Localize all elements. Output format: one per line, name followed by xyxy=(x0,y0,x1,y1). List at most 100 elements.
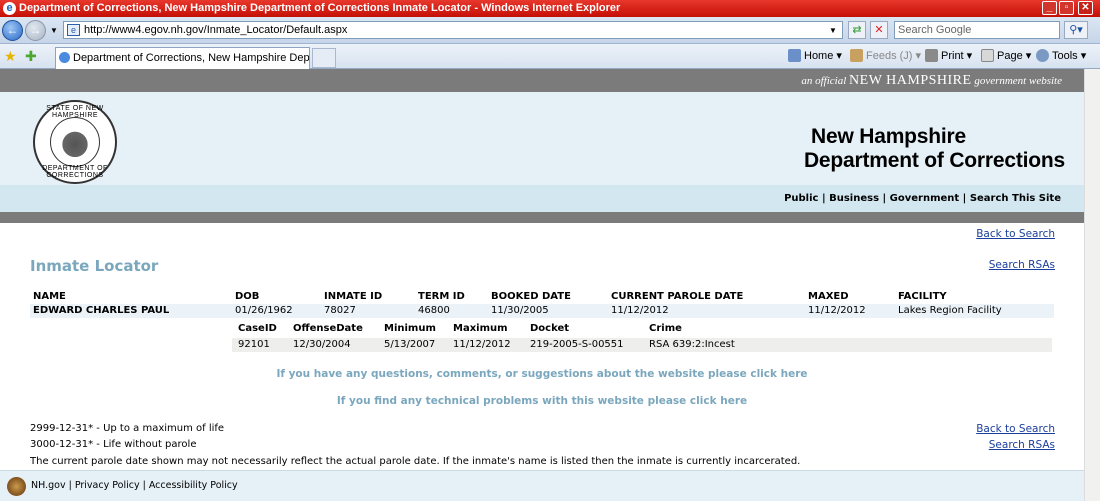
vertical-scrollbar[interactable] xyxy=(1084,69,1100,501)
nh-seal-icon xyxy=(7,477,26,496)
address-bar-row: ← → ▼ e http://www4.egov.nh.gov/Inmate_L… xyxy=(0,17,1100,44)
tab-title: Department of Corrections, New Hampshire… xyxy=(73,52,310,64)
stop-icon[interactable]: ✕ xyxy=(870,21,888,39)
search-rsas-link[interactable]: Search RSAs xyxy=(989,259,1055,271)
dept-title-line1: New Hampshire xyxy=(811,125,966,148)
case-col-maximum: Maximum xyxy=(453,323,508,334)
case-col-crime: Crime xyxy=(649,323,682,334)
site-nav-links: Public | Business | Government | Search … xyxy=(784,193,1061,204)
inmate-id: 78027 xyxy=(324,305,356,316)
case-id: 92101 xyxy=(238,339,270,350)
col-header-maxed: MAXED xyxy=(808,291,849,302)
home-icon xyxy=(788,49,801,62)
home-button[interactable]: Home ▾ xyxy=(788,48,842,64)
technical-problems-link[interactable]: If you find any technical problems with … xyxy=(0,395,1084,407)
tab-page-icon xyxy=(59,52,70,63)
case-docket: 219-2005-S-00551 xyxy=(530,339,624,350)
refresh-icon[interactable]: ⇄ xyxy=(848,21,866,39)
official-suffix: government website xyxy=(974,75,1062,87)
page-label: Page xyxy=(997,50,1023,62)
col-header-term-id: TERM ID xyxy=(418,291,465,302)
forward-arrow-icon[interactable]: → xyxy=(25,20,46,41)
inmate-name: EDWARD CHARLES PAUL xyxy=(33,305,170,316)
header-divider-band xyxy=(0,212,1084,223)
note-parole-disclaimer: The current parole date shown may not ne… xyxy=(30,456,801,467)
col-header-parole-date: CURRENT PAROLE DATE xyxy=(611,291,744,302)
back-to-search-link-bottom[interactable]: Back to Search xyxy=(976,423,1055,435)
seal-bottom-text: DEPARTMENT OF CORRECTIONS xyxy=(42,165,108,179)
case-offense-date: 12/30/2004 xyxy=(293,339,351,350)
case-minimum: 5/13/2007 xyxy=(384,339,436,350)
col-header-inmate-id: INMATE ID xyxy=(324,291,383,302)
maximize-icon[interactable]: ▫ xyxy=(1059,1,1074,15)
url-text: http://www4.egov.nh.gov/Inmate_Locator/D… xyxy=(84,24,348,36)
col-header-name: NAME xyxy=(33,291,66,302)
footer-accessibility-link[interactable]: Accessibility Policy xyxy=(149,480,238,491)
col-header-facility: FACILITY xyxy=(898,291,947,302)
inmate-booked-date: 11/30/2005 xyxy=(491,305,549,316)
page-icon: e xyxy=(67,24,80,36)
note-life-without-parole: 3000-12-31* - Life without parole xyxy=(30,439,197,450)
feeds-button[interactable]: Feeds (J) ▾ xyxy=(850,48,921,64)
page-menu-icon xyxy=(981,49,994,62)
favorites-star-icon[interactable]: ★ xyxy=(4,48,17,65)
case-row: 92101 12/30/2004 5/13/2007 11/12/2012 21… xyxy=(232,338,1052,352)
minimize-icon[interactable]: _ xyxy=(1042,1,1057,15)
official-prefix: an official xyxy=(801,75,847,87)
print-label: Print xyxy=(941,50,964,62)
nav-business[interactable]: Business xyxy=(829,193,879,204)
dept-title-line2: Department of Corrections xyxy=(803,149,1065,172)
nav-public[interactable]: Public xyxy=(784,193,818,204)
inmate-maxed: 11/12/2012 xyxy=(808,305,866,316)
footer-links: NH.gov | Privacy Policy | Accessibility … xyxy=(31,480,238,491)
case-table-header: CaseID OffenseDate Minimum Maximum Docke… xyxy=(232,323,1052,337)
col-header-booked-date: BOOKED DATE xyxy=(491,291,571,302)
footer-nhgov-link[interactable]: NH.gov xyxy=(31,480,66,491)
search-input[interactable]: Search Google xyxy=(894,21,1060,39)
site-header: STATE OF NEW HAMPSHIRE DEPARTMENT OF COR… xyxy=(0,92,1084,185)
case-col-offense-date: OffenseDate xyxy=(293,323,363,334)
ie-logo-icon: e xyxy=(3,2,16,15)
page-title: Inmate Locator xyxy=(30,257,159,275)
col-header-dob: DOB xyxy=(235,291,260,302)
footer-privacy-link[interactable]: Privacy Policy xyxy=(75,480,140,491)
case-col-minimum: Minimum xyxy=(384,323,436,334)
gear-icon xyxy=(1036,49,1049,62)
tab-command-bar: ★ ✚ Department of Corrections, New Hamps… xyxy=(0,44,1100,69)
tools-label: Tools xyxy=(1052,50,1078,62)
site-footer: NH.gov | Privacy Policy | Accessibility … xyxy=(0,470,1084,501)
inmate-term-id: 46800 xyxy=(418,305,450,316)
url-dropdown-icon[interactable]: ▼ xyxy=(829,26,837,35)
official-state: NEW HAMPSHIRE xyxy=(849,73,972,88)
back-to-search-link[interactable]: Back to Search xyxy=(976,228,1055,240)
case-col-caseid: CaseID xyxy=(238,323,277,334)
search-rsas-link-bottom[interactable]: Search RSAs xyxy=(989,439,1055,451)
add-favorites-icon[interactable]: ✚ xyxy=(25,48,37,65)
new-tab-button[interactable] xyxy=(312,48,336,68)
state-seal-logo: STATE OF NEW HAMPSHIRE DEPARTMENT OF COR… xyxy=(33,100,117,184)
feeds-label: Feeds (J) xyxy=(866,50,913,62)
tools-button[interactable]: Tools ▾ xyxy=(1036,48,1086,64)
print-button[interactable]: Print ▾ xyxy=(925,48,972,64)
window-title-bar: e Department of Corrections, New Hampshi… xyxy=(0,0,1100,17)
seal-emblem xyxy=(50,117,100,167)
url-input[interactable]: e http://www4.egov.nh.gov/Inmate_Locator… xyxy=(63,21,843,39)
nav-search-site[interactable]: Search This Site xyxy=(970,193,1061,204)
back-arrow-icon[interactable]: ← xyxy=(2,20,23,41)
nav-government[interactable]: Government xyxy=(890,193,960,204)
site-nav-bar: Public | Business | Government | Search … xyxy=(0,185,1084,212)
inmate-parole-date: 11/12/2012 xyxy=(611,305,669,316)
window-title: Department of Corrections, New Hampshire… xyxy=(19,2,621,14)
search-magnifier-icon[interactable]: ⚲▾ xyxy=(1064,21,1088,39)
note-max-life: 2999-12-31* - Up to a maximum of life xyxy=(30,423,225,434)
print-icon xyxy=(925,49,938,62)
history-dropdown-icon[interactable]: ▼ xyxy=(50,26,58,35)
browser-tab[interactable]: Department of Corrections, New Hampshire… xyxy=(55,47,310,69)
close-icon[interactable]: ✕ xyxy=(1078,1,1093,15)
case-col-docket: Docket xyxy=(530,323,570,334)
page-button[interactable]: Page ▾ xyxy=(981,48,1031,64)
search-placeholder: Search Google xyxy=(898,24,972,36)
questions-link[interactable]: If you have any questions, comments, or … xyxy=(0,368,1084,380)
inmate-row: EDWARD CHARLES PAUL 01/26/1962 78027 468… xyxy=(30,304,1054,318)
official-website-banner: an official NEW HAMPSHIRE government web… xyxy=(0,69,1084,92)
